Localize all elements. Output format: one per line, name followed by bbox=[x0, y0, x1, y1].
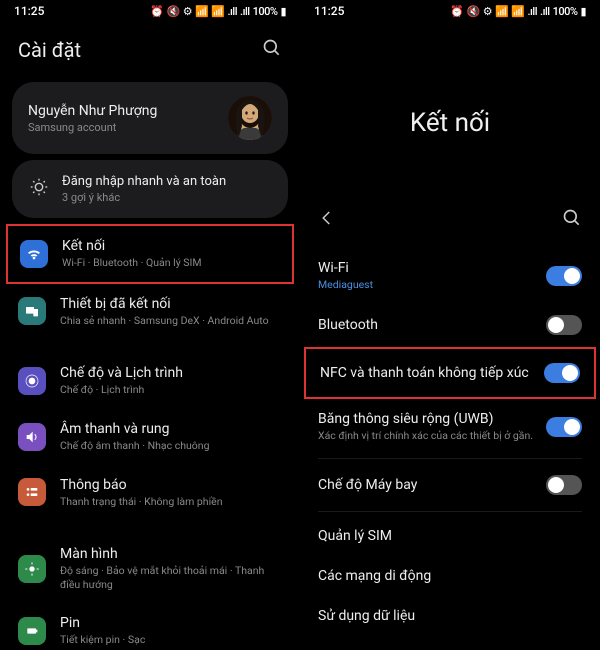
status-time: 11:25 bbox=[14, 4, 44, 18]
conn-text: Wi-Fi Mediaguest bbox=[318, 260, 373, 291]
sub-bar bbox=[300, 198, 600, 242]
signin-line2: 3 gợi ý khác bbox=[62, 191, 226, 204]
connection-item[interactable]: NFC và thanh toán không tiếp xúc bbox=[304, 347, 596, 399]
settings-list: Kết nối Wi-Fi · Bluetooth · Quản lý SIM Th… bbox=[0, 224, 300, 650]
account-sub: Samsung account bbox=[28, 121, 157, 134]
status-time: 11:25 bbox=[314, 4, 344, 18]
toggle-switch[interactable] bbox=[546, 417, 582, 437]
item-text: Màn hình Độ sáng · Bảo vệ mắt khỏi thoải … bbox=[60, 546, 282, 591]
connection-item[interactable]: Bluetooth bbox=[300, 303, 600, 347]
item-title: Màn hình bbox=[60, 546, 282, 562]
toggle-switch[interactable] bbox=[546, 315, 582, 335]
toggle-switch[interactable] bbox=[546, 475, 582, 495]
item-text: Kết nối Wi-Fi · Bluetooth · Quản lý SIM bbox=[62, 238, 202, 270]
conn-title: Sử dụng dữ liệu bbox=[318, 608, 415, 624]
conn-title: Wi-Fi bbox=[318, 260, 373, 276]
item-sub: Thanh trạng thái · Không làm phiền bbox=[60, 495, 223, 509]
item-text: Thông báo Thanh trạng thái · Không làm ph… bbox=[60, 477, 223, 509]
conn-text: NFC và thanh toán không tiếp xúc bbox=[320, 365, 529, 381]
item-sub: Chế độ âm thanh · Nhạc chuông bbox=[60, 439, 209, 453]
conn-title: Các mạng di động bbox=[318, 568, 431, 584]
toggle-switch[interactable] bbox=[546, 266, 582, 286]
conn-title: Băng thông siêu rộng (UWB) bbox=[318, 411, 533, 427]
item-sub: Độ sáng · Bảo vệ mắt khỏi thoải mái · Th… bbox=[60, 564, 282, 591]
settings-pane: 11:25 ⏰🔇⚙📶📶.ıll.ıll 100%▮ Cài đặt Nguyễn… bbox=[0, 0, 300, 650]
item-sub: Chế độ · Lịch trình bbox=[60, 383, 183, 397]
item-text: Chế độ và Lịch trình Chế độ · Lịch trình bbox=[60, 365, 183, 397]
conn-sub: Xác định vị trí chính xác của các thiết … bbox=[318, 429, 533, 442]
account-name: Nguyễn Như Phượng bbox=[28, 103, 157, 119]
title-row: Cài đặt bbox=[0, 18, 300, 76]
connections-pane: 11:25 ⏰🔇⚙📶📶.ıll.ıll 100%▮ Kết nối Wi-Fi M… bbox=[300, 0, 600, 650]
status-right: ⏰🔇⚙📶📶.ıll.ıll 100%▮ bbox=[150, 5, 286, 18]
settings-item[interactable]: Thông báo Thanh trạng thái · Không làm ph… bbox=[0, 465, 300, 521]
notifications-icon bbox=[18, 478, 46, 506]
conn-text: Quản lý SIM bbox=[318, 528, 392, 544]
settings-item[interactable]: Âm thanh và rung Chế độ âm thanh · Nhạc c… bbox=[0, 409, 300, 465]
connection-item[interactable]: Băng thông siêu rộng (UWB) Xác định vị tr… bbox=[300, 399, 600, 454]
settings-item[interactable]: Pin Tiết kiệm pin · Sạc bbox=[0, 603, 300, 650]
toggle-switch[interactable] bbox=[544, 363, 580, 383]
conn-text: Băng thông siêu rộng (UWB) Xác định vị tr… bbox=[318, 411, 533, 442]
item-title: Âm thanh và rung bbox=[60, 421, 209, 437]
connection-item[interactable]: Quản lý SIM bbox=[300, 516, 600, 556]
conn-title: Bluetooth bbox=[318, 317, 378, 333]
conn-text: Các mạng di động bbox=[318, 568, 431, 584]
big-title: Kết nối bbox=[300, 18, 600, 198]
conn-title: NFC và thanh toán không tiếp xúc bbox=[320, 365, 529, 381]
conn-sub: Mediaguest bbox=[318, 278, 373, 291]
battery-icon bbox=[18, 617, 46, 645]
search-icon[interactable] bbox=[562, 208, 582, 232]
devices-icon bbox=[18, 297, 46, 325]
item-sub: Wi-Fi · Bluetooth · Quản lý SIM bbox=[62, 256, 202, 270]
item-sub: Chia sẻ nhanh · Samsung DeX · Android Au… bbox=[60, 314, 269, 328]
conn-title: Quản lý SIM bbox=[318, 528, 392, 544]
signin-card[interactable]: Đăng nhập nhanh và an toàn 3 gợi ý khác bbox=[12, 160, 288, 218]
settings-item[interactable]: Kết nối Wi-Fi · Bluetooth · Quản lý SIM bbox=[6, 224, 294, 284]
conn-text: Bluetooth bbox=[318, 317, 378, 333]
page-title: Cài đặt bbox=[18, 38, 81, 62]
back-icon[interactable] bbox=[318, 209, 336, 231]
status-right: ⏰🔇⚙📶📶.ıll.ıll 100%▮ bbox=[450, 5, 586, 18]
item-title: Thông báo bbox=[60, 477, 223, 493]
search-icon[interactable] bbox=[262, 38, 282, 62]
divider bbox=[318, 458, 582, 459]
item-text: Âm thanh và rung Chế độ âm thanh · Nhạc c… bbox=[60, 421, 209, 453]
settings-item[interactable]: Màn hình Độ sáng · Bảo vệ mắt khỏi thoải … bbox=[0, 534, 300, 603]
account-card[interactable]: Nguyễn Như Phượng Samsung account bbox=[12, 82, 288, 154]
connection-item[interactable]: Các mạng di động bbox=[300, 556, 600, 596]
item-title: Pin bbox=[60, 615, 145, 631]
conn-title: Chế độ Máy bay bbox=[318, 477, 417, 493]
item-title: Thiết bị đã kết nối bbox=[60, 296, 269, 312]
item-sub: Tiết kiệm pin · Sạc bbox=[60, 633, 145, 647]
sound-icon bbox=[18, 423, 46, 451]
item-text: Pin Tiết kiệm pin · Sạc bbox=[60, 615, 145, 647]
account-text: Nguyễn Như Phượng Samsung account bbox=[28, 103, 157, 134]
display-icon bbox=[18, 555, 46, 583]
wifi-icon bbox=[20, 240, 48, 268]
settings-item[interactable]: Chế độ và Lịch trình Chế độ · Lịch trình bbox=[0, 353, 300, 409]
signin-text: Đăng nhập nhanh và an toàn 3 gợi ý khác bbox=[62, 174, 226, 204]
item-title: Chế độ và Lịch trình bbox=[60, 365, 183, 381]
item-text: Thiết bị đã kết nối Chia sẻ nhanh · Samsu… bbox=[60, 296, 269, 328]
modes-icon bbox=[18, 367, 46, 395]
item-title: Kết nối bbox=[62, 238, 202, 254]
bulb-icon bbox=[28, 176, 50, 202]
conn-text: Chế độ Máy bay bbox=[318, 477, 417, 493]
conn-text: Sử dụng dữ liệu bbox=[318, 608, 415, 624]
connection-item[interactable]: Sử dụng dữ liệu bbox=[300, 596, 600, 636]
connection-item[interactable]: Wi-Fi Mediaguest bbox=[300, 248, 600, 303]
settings-item[interactable]: Thiết bị đã kết nối Chia sẻ nhanh · Samsu… bbox=[0, 284, 300, 340]
connection-item[interactable]: Chế độ Máy bay bbox=[300, 463, 600, 507]
status-bar: 11:25 ⏰🔇⚙📶📶.ıll.ıll 100%▮ bbox=[300, 0, 600, 18]
avatar[interactable] bbox=[228, 96, 272, 140]
status-bar: 11:25 ⏰🔇⚙📶📶.ıll.ıll 100%▮ bbox=[0, 0, 300, 18]
signin-line1: Đăng nhập nhanh và an toàn bbox=[62, 174, 226, 189]
connections-list: Wi-Fi Mediaguest Bluetooth NFC và thanh toá… bbox=[300, 248, 600, 636]
divider bbox=[318, 511, 582, 512]
